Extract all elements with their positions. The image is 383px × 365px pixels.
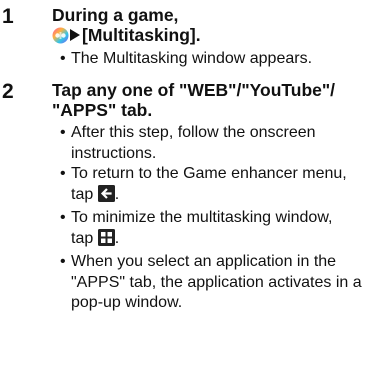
bullet-dot: • xyxy=(60,209,66,226)
step-title-line: "APPS" tab. xyxy=(52,100,153,120)
menu-item-multitasking: [Multitasking]. xyxy=(82,25,201,45)
bullet-dot: • xyxy=(60,253,66,270)
back-arrow-icon xyxy=(97,184,115,209)
bullet-list: • After this step, follow the onscreen in… xyxy=(60,123,362,314)
bullet-dot: • xyxy=(60,124,66,141)
list-item: • To return to the Game enhancer menu, xyxy=(60,164,362,185)
step-title: Tap any one of "WEB"/"YouTube"/ "APPS" t… xyxy=(52,80,335,120)
list-item: • The Multitasking window appears. xyxy=(60,49,312,70)
step-title: During a game, [Multitasking]. xyxy=(52,5,201,48)
list-item-continuation: instructions. xyxy=(71,144,157,162)
bullet-dot: • xyxy=(60,50,66,67)
play-arrow-icon xyxy=(70,29,80,41)
bullet-dot: • xyxy=(60,165,66,182)
minimize-grid-icon xyxy=(97,228,115,253)
list-item-continuation: tap . xyxy=(60,228,362,253)
step-number: 1 xyxy=(2,5,14,28)
step-title-line: [Multitasking]. xyxy=(52,25,201,48)
list-item-continuation: tap . xyxy=(60,184,362,209)
list-item-continuation: pop-up window. xyxy=(71,294,183,311)
list-item: • To minimize the multitasking window, xyxy=(60,208,362,229)
list-item-continuation: "APPS" tab, the application activates in… xyxy=(71,273,362,291)
list-item: • After this step, follow the onscreen xyxy=(60,123,362,144)
step-title-line: Tap any one of "WEB"/"YouTube"/ xyxy=(52,80,336,100)
step-title-line: During a game, xyxy=(52,5,179,25)
game-enhancer-icon xyxy=(52,27,69,48)
bullet-list: • The Multitasking window appears. xyxy=(60,49,312,70)
step-number: 2 xyxy=(2,80,14,103)
list-item: • When you select an application in the xyxy=(60,252,362,273)
